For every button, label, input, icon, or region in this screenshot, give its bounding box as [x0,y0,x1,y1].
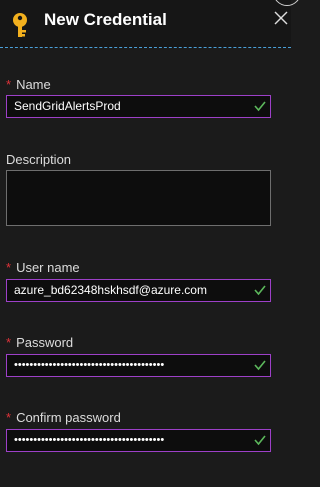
profile-circle-icon [273,0,301,6]
valid-check-icon [254,101,266,112]
password-value: ••••••••••••••••••••••••••••••••••••••• [14,359,165,371]
username-input[interactable]: azure_bd62348hskhsdf@azure.com [6,279,271,302]
valid-check-icon [254,360,266,371]
blade-header: New Credential [0,0,301,48]
name-input[interactable]: SendGridAlertsProd [6,95,271,118]
required-indicator: * [6,410,12,425]
username-label-text: User name [16,260,80,275]
confirm-password-label: * Confirm password [6,410,121,425]
description-label: Description [6,152,72,167]
required-indicator: * [6,77,12,92]
key-icon [13,13,27,37]
valid-check-icon [254,435,266,446]
confirm-password-input[interactable]: ••••••••••••••••••••••••••••••••••••••• [6,429,271,452]
password-label-text: Password [16,335,74,350]
name-label: * Name [6,77,51,92]
password-label: * Password [6,335,73,350]
valid-check-icon [254,285,266,296]
required-indicator: * [6,260,12,275]
username-label: * User name [6,260,80,275]
confirm-password-value: ••••••••••••••••••••••••••••••••••••••• [14,434,165,446]
required-indicator: * [6,335,12,350]
username-value: azure_bd62348hskhsdf@azure.com [14,283,207,297]
name-value: SendGridAlertsProd [14,99,121,113]
password-input[interactable]: ••••••••••••••••••••••••••••••••••••••• [6,354,271,377]
confirm-password-label-text: Confirm password [16,410,121,425]
page-title: New Credential [44,10,167,29]
description-textarea[interactable] [6,170,271,226]
close-icon[interactable] [274,11,288,25]
name-label-text: Name [16,77,51,92]
